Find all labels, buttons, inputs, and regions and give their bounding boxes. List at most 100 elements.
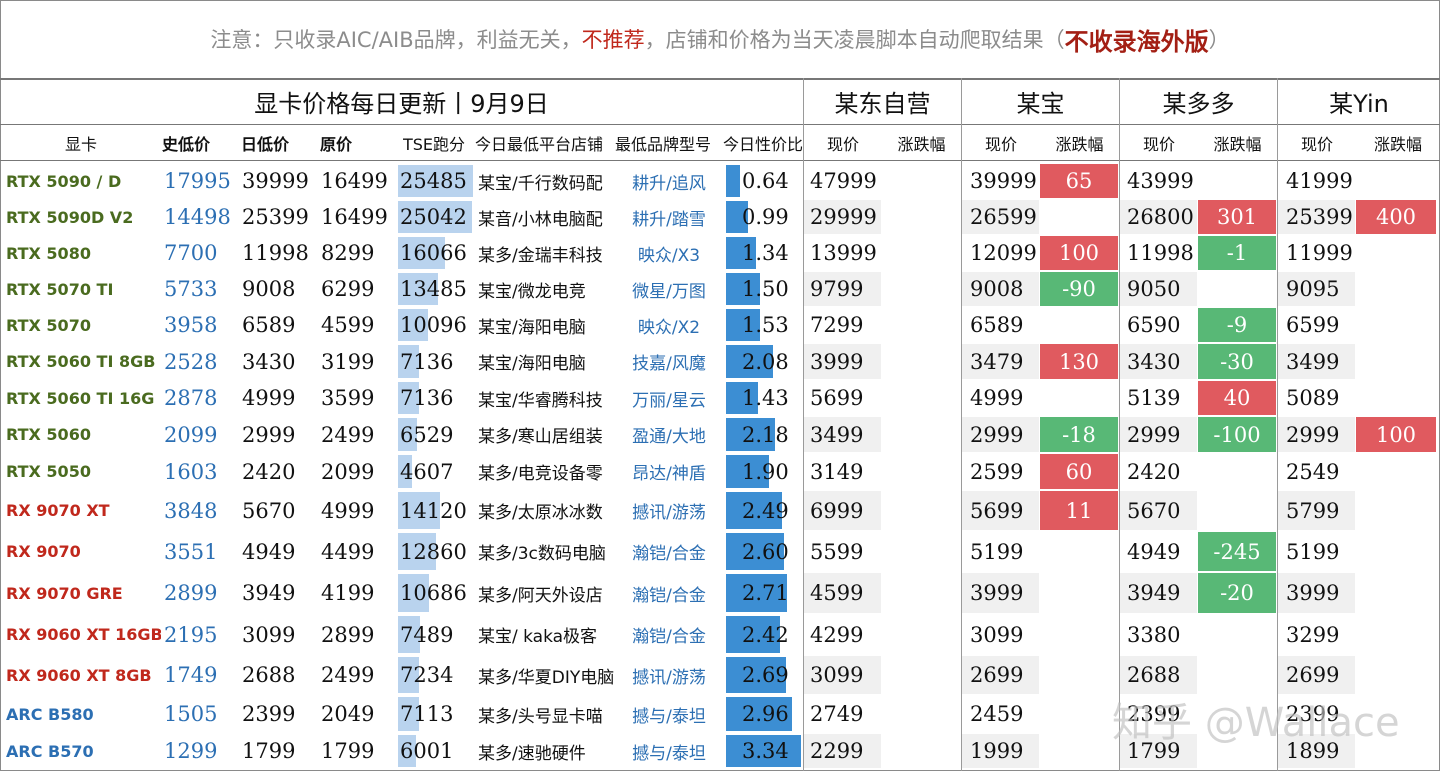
msrp-price: 6299 <box>321 277 375 301</box>
platform-price-jd: 3099 <box>810 663 864 687</box>
platform-header-pdd: 某多多 <box>1120 78 1277 125</box>
msrp-price: 4199 <box>321 581 375 605</box>
col-value: 今日性价比 <box>723 135 803 154</box>
platform-price-dy: 2999 <box>1286 422 1340 447</box>
table-row: RTX 5060 2099 2999 2499 6529 某多/寒山居组装 盈通/大地 2.1… <box>0 416 1440 453</box>
gpu-name: RTX 5050 <box>6 462 91 481</box>
platform-price-pdd: 5139 <box>1127 386 1181 410</box>
platform-price-pdd: 3430 <box>1127 349 1181 374</box>
watermark: 知乎 @Wallace <box>1112 700 1400 746</box>
day-low-price: 2399 <box>242 702 296 726</box>
lowest-store: 某多/3c数码电脑 <box>478 544 606 564</box>
platform-price-dy: 11999 <box>1286 241 1353 265</box>
msrp-price: 2099 <box>321 459 375 484</box>
col-pdd-now: 现价 <box>1142 135 1175 154</box>
price-change-pdd: -20 <box>1198 573 1276 613</box>
lowest-model: 撼与/泰坦 <box>632 743 706 764</box>
col-store: 今日最低平台店铺 <box>475 135 604 154</box>
lowest-store: 某多/金瑞丰科技 <box>478 245 603 266</box>
platform-price-jd: 4599 <box>810 581 864 605</box>
value-score: 1.90 <box>742 459 789 484</box>
lowest-store: 某宝/ kaka极客 <box>478 627 598 647</box>
platform-price-dy: 3499 <box>1286 349 1340 374</box>
price-change-pdd: 40 <box>1198 381 1276 415</box>
price-change-dy: 100 <box>1356 417 1436 452</box>
table-row: RTX 5070 3958 6589 4599 10096 某宝/海阳电脑 映众/X2 1.5… <box>0 307 1440 343</box>
price-change-pdd: -245 <box>1198 532 1276 571</box>
platform-price-jd: 2299 <box>810 739 864 763</box>
platform-price-jd: 3999 <box>810 349 864 374</box>
tse-score: 14120 <box>400 498 467 523</box>
tse-score: 25485 <box>400 169 467 193</box>
platform-price-tb: 2599 <box>970 459 1024 484</box>
col-gpu: 显卡 <box>64 135 97 154</box>
value-score: 2.96 <box>742 702 789 726</box>
table-row: RX 9060 XT 16GB 2195 3099 2899 7489 某宝/ kaka极… <box>0 614 1440 655</box>
value-score: 2.49 <box>742 498 789 523</box>
tse-score: 7136 <box>400 349 454 374</box>
table-row: RTX 5070 TI 5733 9008 6299 13485 某宝/微龙电竞 微星/万图… <box>0 271 1440 307</box>
platform-price-tb: 12099 <box>970 241 1037 265</box>
day-low-price: 2688 <box>242 663 296 687</box>
gpu-name: ARC B570 <box>6 741 94 761</box>
platform-price-pdd: 2688 <box>1127 663 1181 687</box>
value-score: 2.69 <box>742 663 789 687</box>
price-change-tb: -18 <box>1040 417 1118 452</box>
platform-price-tb: 9008 <box>970 277 1024 301</box>
platform-price-tb: 4999 <box>970 386 1024 410</box>
platform-price-pdd: 9050 <box>1127 277 1181 301</box>
lowest-store: 某多/头号显卡喵 <box>478 706 603 727</box>
lowest-model: 技嘉/风魔 <box>632 354 706 374</box>
value-score: 2.71 <box>742 581 789 605</box>
lowest-model: 昂达/神盾 <box>632 464 706 484</box>
header-divider <box>0 124 1440 125</box>
tse-score: 6001 <box>400 739 454 763</box>
gpu-name: RTX 5090D V2 <box>6 207 134 227</box>
lowest-model: 微星/万图 <box>632 281 706 302</box>
lowest-model: 映众/X3 <box>637 245 701 266</box>
lowest-store: 某多/寒山居组装 <box>478 427 603 447</box>
day-low-price: 4949 <box>242 539 296 564</box>
platform-price-dy: 5199 <box>1286 539 1340 564</box>
col-tse: TSE跑分 <box>403 135 466 154</box>
platform-price-jd: 7299 <box>810 313 864 337</box>
price-change-pdd: -1 <box>1198 236 1276 270</box>
day-low-price: 3430 <box>242 349 296 374</box>
platform-header-dy: 某Yin <box>1278 78 1440 125</box>
platform-price-pdd: 3949 <box>1127 581 1181 605</box>
lowest-store: 某多/华夏DIY电脑 <box>478 667 615 688</box>
platform-price-jd: 5699 <box>810 386 864 410</box>
tse-score: 25042 <box>400 205 467 229</box>
value-bar <box>726 165 741 197</box>
platform-price-dy: 2699 <box>1286 663 1340 687</box>
column-divider <box>803 78 804 771</box>
price-change-tb: -90 <box>1040 272 1118 306</box>
msrp-price: 1799 <box>321 739 375 763</box>
gpu-name: RX 9070 GRE <box>6 583 123 603</box>
platform-price-dy: 2549 <box>1286 459 1340 484</box>
gpu-name: RTX 5060 <box>6 425 91 444</box>
platform-price-pdd: 3380 <box>1127 622 1181 647</box>
lowest-model: 瀚铠/合金 <box>632 627 706 647</box>
value-score: 3.34 <box>742 739 789 763</box>
lowest-model: 万丽/星云 <box>632 390 706 411</box>
price-change-pdd: -100 <box>1198 417 1276 452</box>
hist-low-price: 7700 <box>164 241 218 265</box>
col-tb-change: 涨跌幅 <box>1055 135 1104 154</box>
platform-price-dy: 41999 <box>1286 169 1353 193</box>
platform-price-pdd: 4949 <box>1127 539 1181 564</box>
platform-price-tb: 3479 <box>970 349 1024 374</box>
col-dy-change: 涨跌幅 <box>1373 135 1422 154</box>
lowest-model: 耕升/追风 <box>632 173 706 194</box>
lowest-store: 某宝/海阳电脑 <box>478 317 586 338</box>
platform-price-jd: 6999 <box>810 498 864 523</box>
day-low-price: 4999 <box>242 386 296 410</box>
lowest-model: 盈通/大地 <box>632 427 706 447</box>
lowest-model: 瀚铠/合金 <box>632 544 706 564</box>
platform-price-tb: 2459 <box>970 702 1024 726</box>
column-divider <box>1277 78 1278 771</box>
table-row: RTX 5090 / D 17995 39999 16499 25485 某宝/千行数码配… <box>0 163 1440 199</box>
header-divider-2 <box>0 160 1440 161</box>
msrp-price: 2049 <box>321 702 375 726</box>
platform-price-tb: 5199 <box>970 539 1024 564</box>
